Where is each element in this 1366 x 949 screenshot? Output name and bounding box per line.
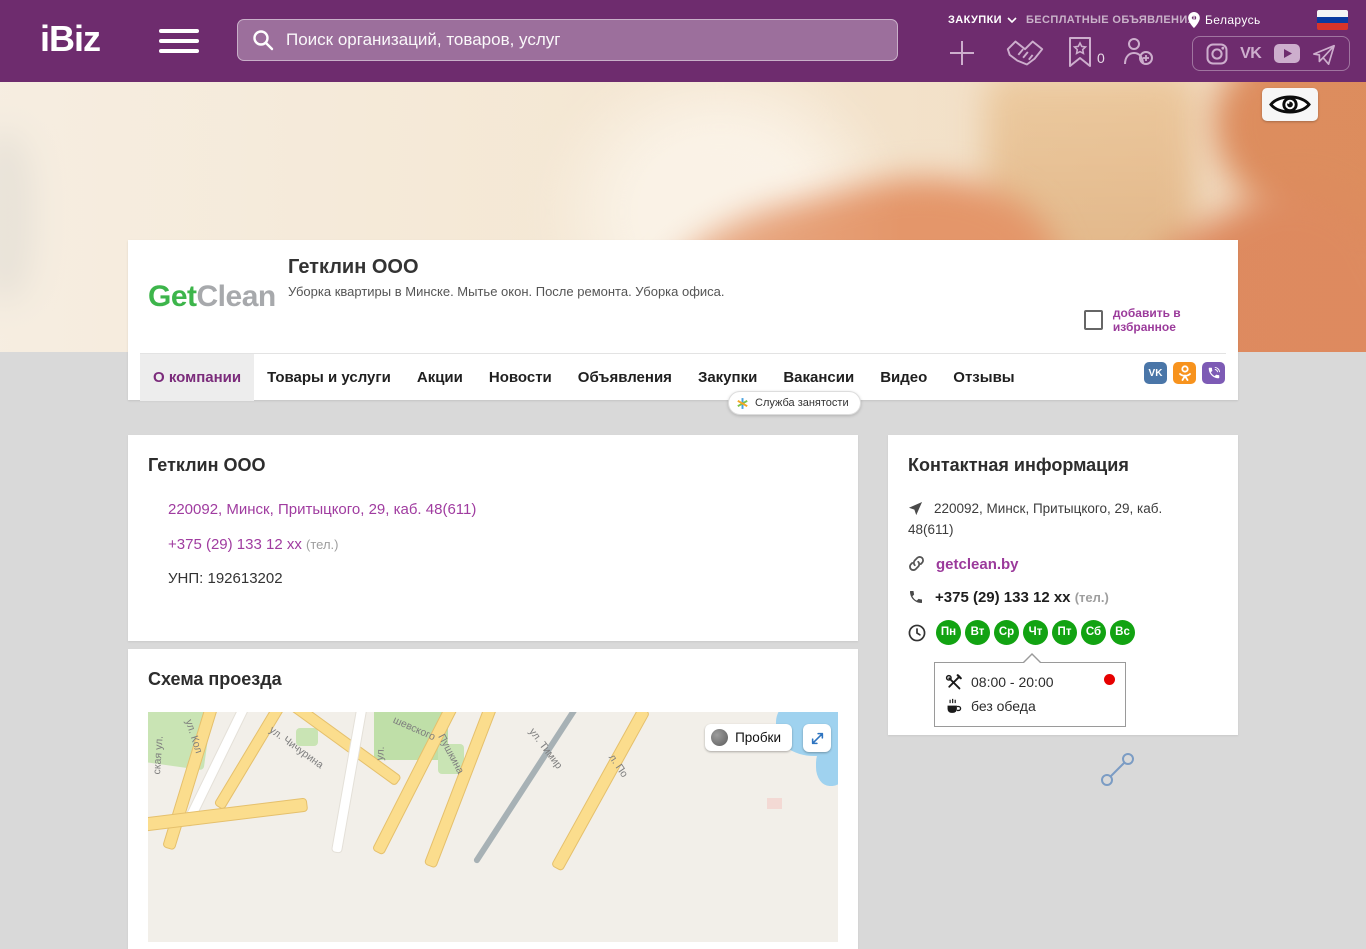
directions-card: Схема проезда ская ул. ул. Кол ул. Чичур… [128,649,858,949]
contact-address-row: 220092, Минск, Притыцкого, 29, каб. 48(6… [908,498,1208,540]
tools-icon [945,674,962,691]
company-unp: УНП: 192613202 [168,570,283,587]
handshake-partners-icon[interactable] [1004,37,1046,69]
header-social-links: VK [1192,36,1350,71]
contact-title: Контактная информация [908,455,1129,476]
eye-icon [1269,92,1311,117]
youtube-icon[interactable] [1274,44,1300,63]
ok-icon [1178,365,1192,381]
working-hours: 08:00 - 20:00 [971,674,1054,690]
employment-service-icon [736,397,749,410]
share-icon[interactable] [1098,750,1138,790]
closed-status-dot [1104,674,1115,685]
search-bar [237,19,898,61]
traffic-toggle-button[interactable]: Пробки [705,724,792,751]
day-wed[interactable]: Ср [994,620,1019,645]
company-header-card: GetClean Гетклин ООО Уборка квартиры в М… [128,240,1238,400]
contact-website-row: getclean.by [908,554,1208,575]
viber-badge[interactable] [1202,362,1225,384]
day-thu[interactable]: Чт [1023,620,1048,645]
contact-address: 220092, Минск, Притыцкого, 29, каб. 48(6… [908,501,1162,537]
tab-products[interactable]: Товары и услуги [254,354,404,401]
tab-about[interactable]: О компании [140,354,254,401]
street-label: ул. [374,746,387,761]
app-header: iBiz ЗАКУПКИ БЕСПЛАТНЫЕ ОБЪЯВЛЕНИЯ Белар… [0,0,1366,82]
phone-icon [908,589,924,605]
vk-icon[interactable]: VK [1240,45,1261,63]
map-road [551,712,651,872]
company-social-badges: VK [1144,362,1225,384]
odnoklassniki-badge[interactable] [1173,362,1196,384]
map-building [767,798,782,809]
working-hours-popup: 08:00 - 20:00 без обеда [934,662,1126,727]
day-sun[interactable]: Вс [1110,620,1135,645]
accessibility-eye-button[interactable] [1262,88,1318,121]
company-tabs: О компании Товары и услуги Акции Новости… [140,353,1226,401]
ibiz-logo[interactable]: iBiz [40,18,100,60]
location-pin-icon [1188,12,1200,28]
viber-phone-icon [1207,366,1221,380]
about-address-link[interactable]: 220092, Минск, Притыцкого, 29, каб. 48(6… [168,501,476,518]
language-flag-ru[interactable] [1317,10,1348,30]
company-logo: GetClean [148,280,276,314]
day-sat[interactable]: Сб [1081,620,1106,645]
favorite-label: добавить в избранное [1113,306,1238,334]
contact-phone-row: +375 (29) 133 12 xx (тел.) [908,587,1208,608]
vk-badge[interactable]: VK [1144,362,1167,384]
working-days-row: Пн Вт Ср Чт Пт Сб Вс [908,620,1208,645]
favorite-checkbox[interactable] [1084,310,1103,330]
search-icon [252,29,274,51]
traffic-light-icon [711,729,728,746]
contact-phone[interactable]: +375 (29) 133 12 xx [935,589,1071,606]
company-description: Уборка квартиры в Минске. Мытье окон. По… [288,284,725,299]
map-canvas[interactable]: ская ул. ул. Кол ул. Чичурина шевского у… [148,712,838,942]
street-label: ская ул. [151,736,166,775]
telegram-icon[interactable] [1312,42,1336,66]
expand-arrows-icon [809,730,826,747]
about-company-card: Гетклин ООО 220092, Минск, Притыцкого, 2… [128,435,858,641]
instagram-icon[interactable] [1206,43,1228,65]
coffee-cup-icon [945,698,962,715]
nav-free-ads[interactable]: БЕСПЛАТНЫЕ ОБЪЯВЛЕНИЯ [1026,14,1196,26]
hamburger-menu-icon[interactable] [159,29,199,59]
add-to-favorites[interactable]: добавить в избранное [1084,306,1238,334]
phone-note: (тел.) [306,537,338,552]
navigation-arrow-icon [908,501,923,516]
map-fullscreen-button[interactable] [803,724,831,752]
working-days: Пн Вт Ср Чт Пт Сб Вс [936,620,1135,645]
day-mon[interactable]: Пн [936,620,961,645]
search-input[interactable] [284,29,897,51]
about-title: Гетклин ООО [148,455,265,476]
lunch-row: без обеда [945,694,1115,718]
tab-video[interactable]: Видео [867,354,940,401]
chevron-down-icon [1007,17,1017,23]
tab-promotions[interactable]: Акции [404,354,476,401]
clock-icon [908,624,926,642]
region-selector[interactable]: Беларусь [1188,12,1261,28]
tab-reviews[interactable]: Отзывы [940,354,1027,401]
about-phone-link[interactable]: +375 (29) 133 12 xx [168,536,302,553]
day-tue[interactable]: Вт [965,620,990,645]
lunch-note: без обеда [971,698,1036,714]
tab-news[interactable]: Новости [476,354,565,401]
day-fri[interactable]: Пт [1052,620,1077,645]
hours-row: 08:00 - 20:00 [945,670,1115,694]
employment-service-tooltip: Служба занятости [728,391,861,415]
favorites-count[interactable]: 0 [1097,50,1105,66]
add-company-plus-icon[interactable] [946,39,978,67]
website-link[interactable]: getclean.by [936,556,1019,573]
map-title: Схема проезда [148,669,282,690]
phone-note: (тел.) [1075,590,1109,605]
register-user-icon[interactable] [1122,36,1154,66]
company-name: Гетклин ООО [288,256,419,279]
contact-info-card: Контактная информация 220092, Минск, При… [888,435,1238,735]
tab-ads[interactable]: Объявления [565,354,685,401]
link-icon [908,555,925,572]
nav-zakupki[interactable]: ЗАКУПКИ [948,14,1017,26]
favorites-bookmark-icon[interactable] [1068,36,1092,68]
